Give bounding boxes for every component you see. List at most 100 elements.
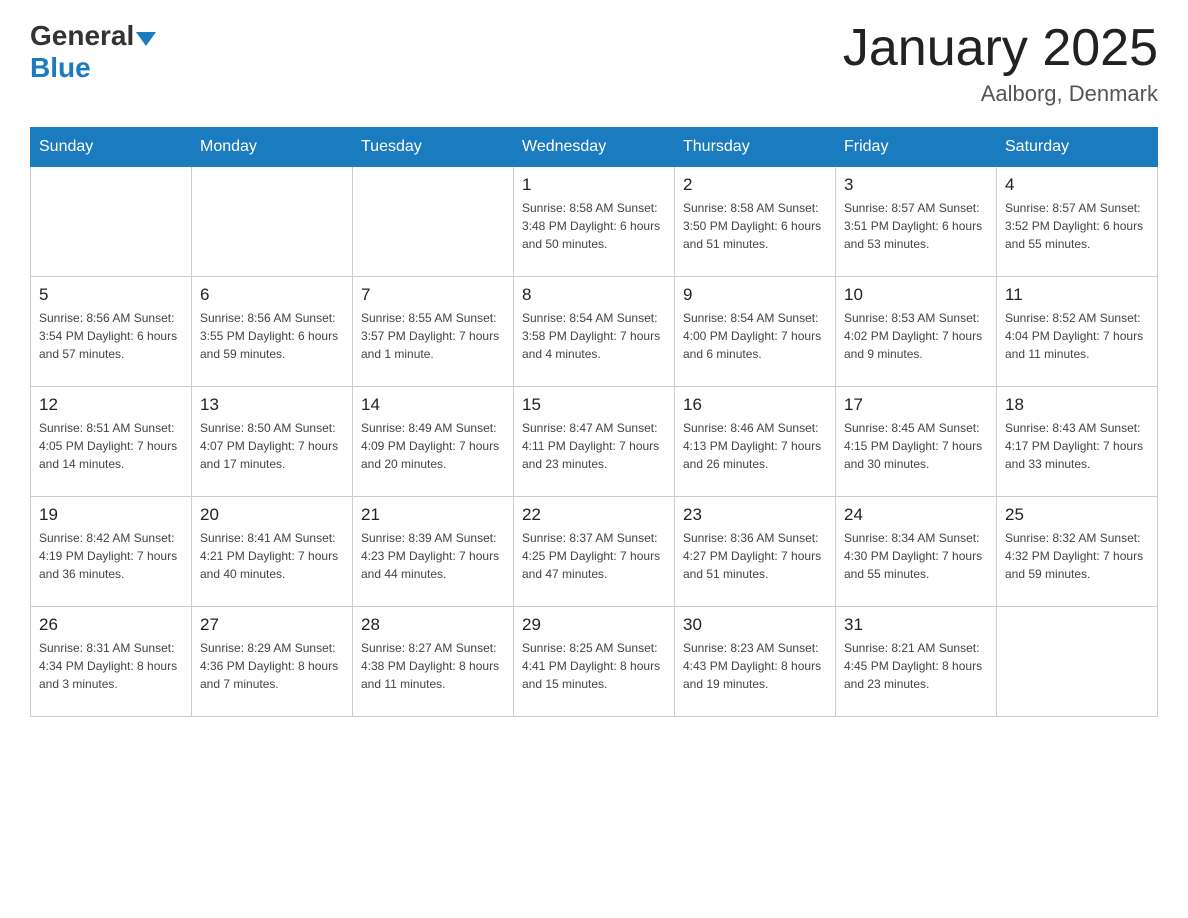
day-cell: 1 Sunrise: 8:58 AM Sunset: 3:48 PM Daylig… xyxy=(514,167,675,277)
day-info: Sunrise: 8:25 AM Sunset: 4:41 PM Dayligh… xyxy=(522,639,666,693)
day-info: Sunrise: 8:46 AM Sunset: 4:13 PM Dayligh… xyxy=(683,419,827,473)
day-info: Sunrise: 8:39 AM Sunset: 4:23 PM Dayligh… xyxy=(361,529,505,583)
day-number: 30 xyxy=(683,615,827,635)
day-number: 15 xyxy=(522,395,666,415)
day-info: Sunrise: 8:42 AM Sunset: 4:19 PM Dayligh… xyxy=(39,529,183,583)
day-number: 27 xyxy=(200,615,344,635)
day-cell: 19 Sunrise: 8:42 AM Sunset: 4:19 PM Dayli… xyxy=(31,497,192,607)
day-info: Sunrise: 8:56 AM Sunset: 3:54 PM Dayligh… xyxy=(39,309,183,363)
week-row-2: 5 Sunrise: 8:56 AM Sunset: 3:54 PM Daylig… xyxy=(31,277,1158,387)
day-cell: 30 Sunrise: 8:23 AM Sunset: 4:43 PM Dayli… xyxy=(675,607,836,717)
page-header: General Blue January 2025 Aalborg, Denma… xyxy=(30,20,1158,107)
day-number: 29 xyxy=(522,615,666,635)
day-number: 5 xyxy=(39,285,183,305)
day-cell: 26 Sunrise: 8:31 AM Sunset: 4:34 PM Dayli… xyxy=(31,607,192,717)
header-row: SundayMondayTuesdayWednesdayThursdayFrid… xyxy=(31,128,1158,167)
day-info: Sunrise: 8:58 AM Sunset: 3:48 PM Dayligh… xyxy=(522,199,666,253)
day-cell: 22Sunrise: 8:37 AM Sunset: 4:25 PM Dayli… xyxy=(514,497,675,607)
header-day-saturday: Saturday xyxy=(997,128,1158,167)
day-number: 21 xyxy=(361,505,505,525)
day-cell: 16 Sunrise: 8:46 AM Sunset: 4:13 PM Dayli… xyxy=(675,387,836,497)
day-cell: 24Sunrise: 8:34 AM Sunset: 4:30 PM Dayli… xyxy=(836,497,997,607)
day-info: Sunrise: 8:27 AM Sunset: 4:38 PM Dayligh… xyxy=(361,639,505,693)
day-number: 1 xyxy=(522,175,666,195)
calendar-title: January 2025 xyxy=(843,20,1158,77)
day-info: Sunrise: 8:49 AM Sunset: 4:09 PM Dayligh… xyxy=(361,419,505,473)
day-info: Sunrise: 8:32 AM Sunset: 4:32 PM Dayligh… xyxy=(1005,529,1149,583)
day-cell: 10 Sunrise: 8:53 AM Sunset: 4:02 PM Dayli… xyxy=(836,277,997,387)
day-number: 20 xyxy=(200,505,344,525)
day-number: 16 xyxy=(683,395,827,415)
day-info: Sunrise: 8:56 AM Sunset: 3:55 PM Dayligh… xyxy=(200,309,344,363)
day-cell: 15 Sunrise: 8:47 AM Sunset: 4:11 PM Dayli… xyxy=(514,387,675,497)
day-info: Sunrise: 8:55 AM Sunset: 3:57 PM Dayligh… xyxy=(361,309,505,363)
day-info: Sunrise: 8:54 AM Sunset: 4:00 PM Dayligh… xyxy=(683,309,827,363)
day-info: Sunrise: 8:43 AM Sunset: 4:17 PM Dayligh… xyxy=(1005,419,1149,473)
day-number: 7 xyxy=(361,285,505,305)
day-info: Sunrise: 8:45 AM Sunset: 4:15 PM Dayligh… xyxy=(844,419,988,473)
day-cell: 23 Sunrise: 8:36 AM Sunset: 4:27 PM Dayli… xyxy=(675,497,836,607)
day-number: 12 xyxy=(39,395,183,415)
day-number: 25 xyxy=(1005,505,1149,525)
day-cell: 28 Sunrise: 8:27 AM Sunset: 4:38 PM Dayli… xyxy=(353,607,514,717)
day-cell: 13 Sunrise: 8:50 AM Sunset: 4:07 PM Dayli… xyxy=(192,387,353,497)
day-cell: 3 Sunrise: 8:57 AM Sunset: 3:51 PM Daylig… xyxy=(836,167,997,277)
day-number: 23 xyxy=(683,505,827,525)
day-info: Sunrise: 8:36 AM Sunset: 4:27 PM Dayligh… xyxy=(683,529,827,583)
day-info: Sunrise: 8:50 AM Sunset: 4:07 PM Dayligh… xyxy=(200,419,344,473)
day-cell: 18Sunrise: 8:43 AM Sunset: 4:17 PM Dayli… xyxy=(997,387,1158,497)
week-row-4: 19 Sunrise: 8:42 AM Sunset: 4:19 PM Dayli… xyxy=(31,497,1158,607)
day-cell: 31Sunrise: 8:21 AM Sunset: 4:45 PM Dayli… xyxy=(836,607,997,717)
day-number: 2 xyxy=(683,175,827,195)
day-cell: 2 Sunrise: 8:58 AM Sunset: 3:50 PM Daylig… xyxy=(675,167,836,277)
day-cell: 29 Sunrise: 8:25 AM Sunset: 4:41 PM Dayli… xyxy=(514,607,675,717)
header-day-tuesday: Tuesday xyxy=(353,128,514,167)
day-cell: 14 Sunrise: 8:49 AM Sunset: 4:09 PM Dayli… xyxy=(353,387,514,497)
day-info: Sunrise: 8:34 AM Sunset: 4:30 PM Dayligh… xyxy=(844,529,988,583)
day-info: Sunrise: 8:23 AM Sunset: 4:43 PM Dayligh… xyxy=(683,639,827,693)
logo-blue: Blue xyxy=(30,52,91,83)
day-info: Sunrise: 8:29 AM Sunset: 4:36 PM Dayligh… xyxy=(200,639,344,693)
day-info: Sunrise: 8:57 AM Sunset: 3:51 PM Dayligh… xyxy=(844,199,988,253)
day-cell xyxy=(997,607,1158,717)
day-cell: 21 Sunrise: 8:39 AM Sunset: 4:23 PM Dayli… xyxy=(353,497,514,607)
day-number: 3 xyxy=(844,175,988,195)
day-info: Sunrise: 8:21 AM Sunset: 4:45 PM Dayligh… xyxy=(844,639,988,693)
day-cell xyxy=(192,167,353,277)
day-info: Sunrise: 8:57 AM Sunset: 3:52 PM Dayligh… xyxy=(1005,199,1149,253)
day-cell: 4 Sunrise: 8:57 AM Sunset: 3:52 PM Daylig… xyxy=(997,167,1158,277)
day-cell xyxy=(353,167,514,277)
day-info: Sunrise: 8:31 AM Sunset: 4:34 PM Dayligh… xyxy=(39,639,183,693)
title-section: January 2025 Aalborg, Denmark xyxy=(843,20,1158,107)
day-number: 10 xyxy=(844,285,988,305)
day-info: Sunrise: 8:51 AM Sunset: 4:05 PM Dayligh… xyxy=(39,419,183,473)
day-number: 13 xyxy=(200,395,344,415)
day-cell: 17Sunrise: 8:45 AM Sunset: 4:15 PM Dayli… xyxy=(836,387,997,497)
calendar-subtitle: Aalborg, Denmark xyxy=(843,81,1158,107)
day-number: 11 xyxy=(1005,285,1149,305)
day-cell: 5 Sunrise: 8:56 AM Sunset: 3:54 PM Daylig… xyxy=(31,277,192,387)
logo-text: General Blue xyxy=(30,20,156,84)
day-number: 14 xyxy=(361,395,505,415)
day-number: 4 xyxy=(1005,175,1149,195)
day-info: Sunrise: 8:41 AM Sunset: 4:21 PM Dayligh… xyxy=(200,529,344,583)
day-cell: 20 Sunrise: 8:41 AM Sunset: 4:21 PM Dayli… xyxy=(192,497,353,607)
logo-icon xyxy=(136,32,156,46)
day-info: Sunrise: 8:53 AM Sunset: 4:02 PM Dayligh… xyxy=(844,309,988,363)
day-info: Sunrise: 8:47 AM Sunset: 4:11 PM Dayligh… xyxy=(522,419,666,473)
header-day-thursday: Thursday xyxy=(675,128,836,167)
day-number: 26 xyxy=(39,615,183,635)
day-info: Sunrise: 8:58 AM Sunset: 3:50 PM Dayligh… xyxy=(683,199,827,253)
logo: General Blue xyxy=(30,20,156,84)
day-number: 6 xyxy=(200,285,344,305)
calendar-table: SundayMondayTuesdayWednesdayThursdayFrid… xyxy=(30,127,1158,717)
day-cell: 11 Sunrise: 8:52 AM Sunset: 4:04 PM Dayli… xyxy=(997,277,1158,387)
day-info: Sunrise: 8:54 AM Sunset: 3:58 PM Dayligh… xyxy=(522,309,666,363)
day-number: 19 xyxy=(39,505,183,525)
header-day-friday: Friday xyxy=(836,128,997,167)
day-cell xyxy=(31,167,192,277)
day-number: 8 xyxy=(522,285,666,305)
day-cell: 6 Sunrise: 8:56 AM Sunset: 3:55 PM Daylig… xyxy=(192,277,353,387)
day-info: Sunrise: 8:52 AM Sunset: 4:04 PM Dayligh… xyxy=(1005,309,1149,363)
day-number: 28 xyxy=(361,615,505,635)
